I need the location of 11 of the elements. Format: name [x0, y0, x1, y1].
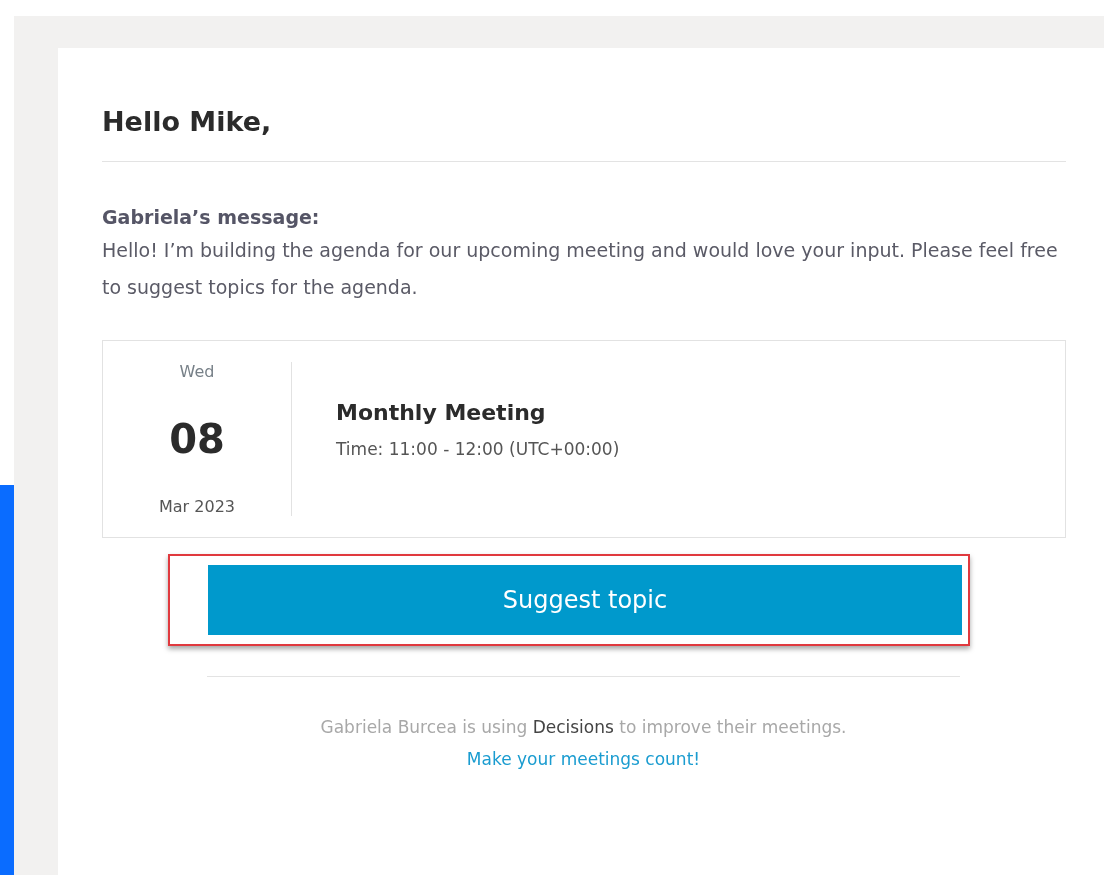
- suggest-topic-button[interactable]: Suggest topic: [208, 565, 962, 635]
- footer-text: Gabriela Burcea is using Decisions to improve their meetings.: [320, 717, 847, 737]
- message-text: Hello! I’m building the agenda for our upcoming meeting and would love your input. Please feel free to suggest topics for the agenda.: [102, 238, 1059, 300]
- weekday: Wed: [179, 362, 215, 381]
- message-label: Gabriela’s message:: [102, 205, 321, 230]
- footer-link[interactable]: Make your meetings count!: [466, 749, 701, 769]
- month-year: Mar 2023: [159, 497, 235, 516]
- greeting: Hello Mike,: [102, 105, 273, 139]
- event-title: Monthly Meeting: [336, 399, 547, 425]
- day-number: 08: [169, 416, 225, 462]
- event-time: Time: 11:00 - 12:00 (UTC+00:00): [336, 438, 620, 459]
